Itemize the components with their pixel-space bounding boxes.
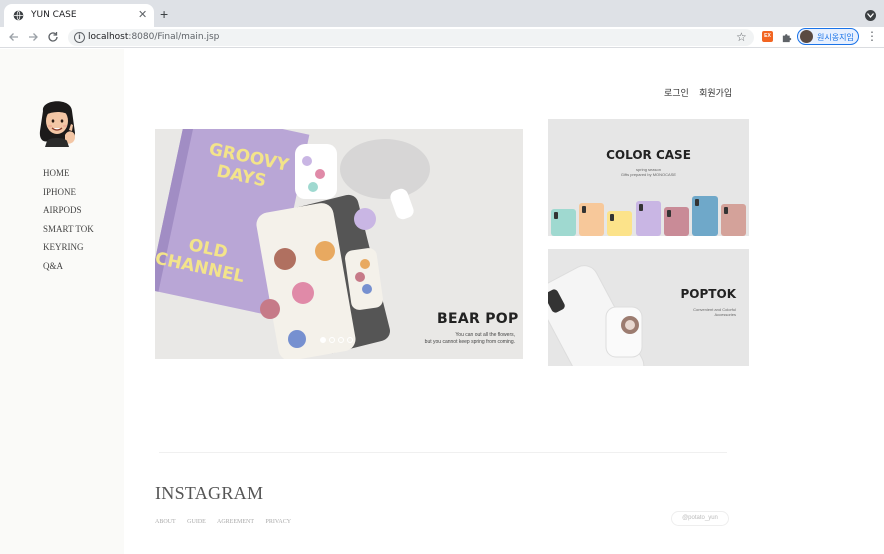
login-link[interactable]: 로그인 [664,88,689,98]
hero-slider[interactable]: GROOVY DAYS OLD CHANNEL BEAR POP You can… [155,129,523,359]
chevron-down-icon [867,13,874,18]
slider-dot[interactable] [320,337,326,343]
footer-link-guide[interactable]: GUIDE [187,519,206,525]
extension-icon[interactable]: EX [762,31,773,42]
sidebar-menu: HOME IPHONE AIRPODS SMART TOK KEYRING Q&… [43,167,94,279]
auth-links: 로그인 회원가입 [664,86,740,99]
info-icon[interactable]: i [74,32,85,43]
globe-icon [13,10,24,21]
sidebar-item-home[interactable]: HOME [43,167,94,186]
sidebar-item-qna[interactable]: Q&A [43,260,94,279]
profile-name: 원시옹지임 [817,33,854,42]
signup-link[interactable]: 회원가입 [699,88,732,98]
hero-subtitle: You can out all the flowers, but you can… [385,332,515,346]
sidebar-item-keyring[interactable]: KEYRING [43,241,94,260]
more-menu-icon[interactable]: ⋮ [866,29,878,43]
poptok-title: POPTOK [680,287,736,301]
memoji-avatar[interactable] [35,97,79,147]
hero-subtitle-line2: but you cannot keep spring from coming. [424,339,515,345]
reload-icon[interactable] [46,30,60,44]
sidebar: HOME IPHONE AIRPODS SMART TOK KEYRING Q&… [0,49,124,554]
color-phones-image [551,196,746,236]
section-divider [159,452,727,453]
url-host: localhost [88,32,129,42]
hero-title: BEAR POP [437,311,519,327]
footer-links: ABOUT GUIDE AGREEMENT PRIVACY [155,519,301,525]
url-text[interactable]: localhost:8080/Final/main.jsp [88,32,219,42]
hero-subtitle-line1: You can out all the flowers, [455,332,515,338]
poptok-sub2: Accessories [714,312,736,317]
tab-strip: YUN CASE ✕ + [0,0,884,27]
star-icon[interactable]: ☆ [736,30,747,44]
sidebar-item-iphone[interactable]: IPHONE [43,186,94,205]
back-arrow-icon[interactable] [7,30,21,44]
poptok-banner[interactable]: POPTOK Convenient and Colorful Accessori… [548,249,749,366]
url-path: :8080/Final/main.jsp [128,32,220,42]
slider-dot[interactable] [338,337,344,343]
slider-dots [320,330,356,348]
tab-search-button[interactable] [865,10,876,21]
address-bar[interactable]: i localhost:8080/Final/main.jsp ☆ [68,29,754,46]
profile-button[interactable]: 원시옹지임 [797,28,859,45]
browser-toolbar: i localhost:8080/Final/main.jsp ☆ EX 원시옹… [0,27,884,48]
slider-dot[interactable] [347,337,353,343]
avatar [800,30,813,43]
instagram-handle[interactable]: @potato_yun [671,511,729,526]
instagram-heading: INSTAGRAM [155,483,264,503]
puzzle-icon[interactable] [781,32,792,43]
browser-window: YUN CASE ✕ + i localhost:8080/Final/main… [0,0,884,554]
slider-dot[interactable] [329,337,335,343]
poptok-subtitle: Convenient and Colorful Accessories [656,307,736,317]
footer-link-agreement[interactable]: AGREEMENT [217,519,254,525]
sidebar-item-airpods[interactable]: AIRPODS [43,204,94,223]
sidebar-item-smart-tok[interactable]: SMART TOK [43,223,94,242]
footer-link-about[interactable]: ABOUT [155,519,176,525]
footer-link-privacy[interactable]: PRIVACY [266,519,292,525]
page-content: HOME IPHONE AIRPODS SMART TOK KEYRING Q&… [0,49,884,554]
close-icon[interactable]: ✕ [138,8,147,22]
tab-title: YUN CASE [31,10,77,20]
forward-arrow-icon[interactable] [26,30,40,44]
color-case-banner[interactable]: COLOR CASE spring season Gifts prepared … [548,119,749,236]
browser-tab[interactable]: YUN CASE ✕ [4,4,154,27]
new-tab-button[interactable]: + [160,7,168,21]
